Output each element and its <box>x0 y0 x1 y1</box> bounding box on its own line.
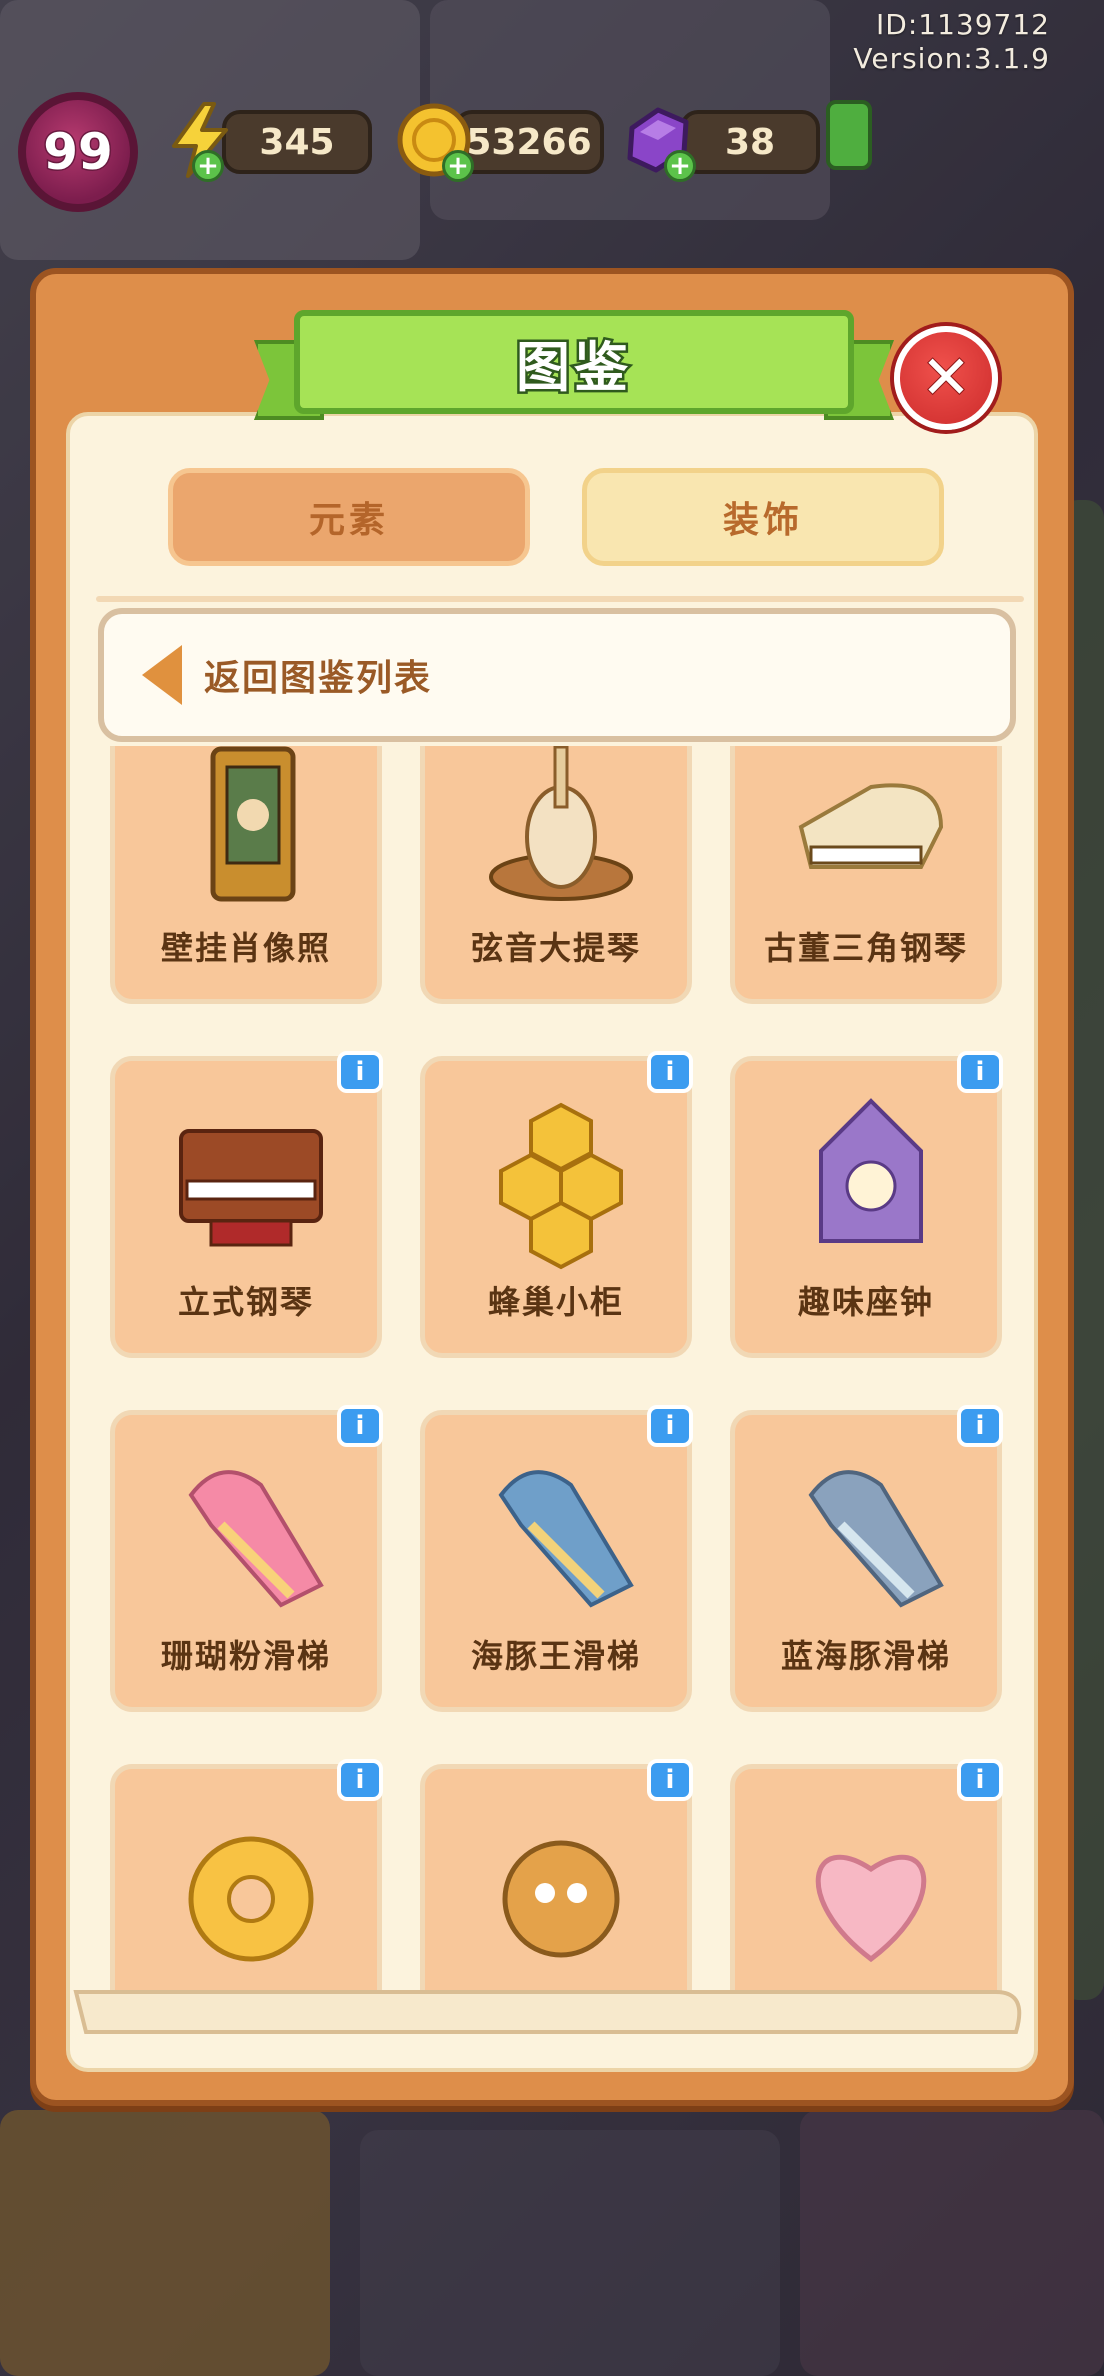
energy-counter[interactable]: 345 <box>222 110 372 174</box>
item-name: 蓝海豚滑梯 <box>780 1637 951 1675</box>
ribbon-band: 图鉴 <box>294 310 854 414</box>
energy-value: 345 <box>259 121 335 163</box>
cuckoo-clock-icon <box>819 1098 923 1243</box>
portrait-frame-icon <box>210 746 296 902</box>
blue-dolphin-slide-icon <box>808 1470 944 1608</box>
item-name: 壁挂肖像照 <box>160 929 331 967</box>
tab-elements[interactable]: 元素 <box>168 468 530 566</box>
title-ribbon: 图鉴 <box>254 310 894 420</box>
grand-piano-icon <box>798 783 944 869</box>
add-coin-button[interactable]: + <box>442 150 474 182</box>
tab-divider <box>96 596 1024 602</box>
pink-dolphin-slide-icon <box>188 1470 324 1608</box>
collection-grid: i 壁挂肖像照 i 弦音大提琴 i 古董三角钢琴 <box>98 746 1016 1992</box>
collection-item[interactable]: i 古董三角钢琴 <box>730 746 1002 1004</box>
version-label: Version:3.1.9 <box>853 42 1050 75</box>
heart-arch-icon <box>815 1854 927 1963</box>
pufferfish-icon <box>502 1840 620 1958</box>
scroll-bottom-edge <box>73 1990 1022 2034</box>
honeycomb-cabinet-icon <box>499 1102 623 1270</box>
level-value: 99 <box>42 122 115 183</box>
upright-piano-icon <box>179 1129 323 1247</box>
collection-modal: 图鉴 ✕ 元素 装饰 返回图鉴列表 i 壁挂肖像照 i <box>30 268 1074 2106</box>
add-gem-button[interactable]: + <box>664 150 696 182</box>
tab-decorations[interactable]: 装饰 <box>582 468 944 566</box>
star-donut-icon <box>188 1836 314 1962</box>
battery-icon <box>826 100 872 170</box>
collection-item[interactable]: i <box>420 1759 693 1992</box>
back-label: 返回图鉴列表 <box>204 658 433 699</box>
collection-item[interactable]: i 立式钢琴 <box>110 1051 383 1358</box>
close-icon: ✕ <box>920 343 972 413</box>
dolphin-king-slide-icon <box>498 1470 634 1608</box>
player-id-panel: ID:1139712 Version:3.1.9 <box>853 8 1050 76</box>
coin-value: 53266 <box>466 121 592 163</box>
collection-item[interactable]: i <box>110 1759 383 1992</box>
add-energy-button[interactable]: + <box>192 150 224 182</box>
back-arrow-icon <box>142 645 182 705</box>
item-name: 海豚王滑梯 <box>470 1637 641 1675</box>
collection-item[interactable]: i 海豚王滑梯 <box>420 1405 693 1712</box>
back-to-list-button[interactable]: 返回图鉴列表 <box>98 608 1016 742</box>
level-badge[interactable]: 99 <box>18 92 138 212</box>
collection-item[interactable]: i 蜂巢小柜 <box>420 1051 693 1358</box>
item-name: 趣味座钟 <box>797 1283 934 1321</box>
item-name: 蜂巢小柜 <box>487 1283 624 1321</box>
cello-icon <box>489 746 633 901</box>
player-id: ID:1139712 <box>876 8 1050 41</box>
collection-item[interactable]: i 弦音大提琴 <box>420 746 692 1004</box>
gem-counter[interactable]: 38 <box>680 110 820 174</box>
item-name: 古董三角钢琴 <box>763 929 968 967</box>
coin-counter[interactable]: 53266 <box>454 110 604 174</box>
modal-title: 图鉴 <box>514 333 632 401</box>
gem-value: 38 <box>724 121 776 163</box>
collection-item[interactable]: i 珊瑚粉滑梯 <box>110 1405 383 1712</box>
close-button[interactable]: ✕ <box>894 326 998 430</box>
collection-item[interactable]: i <box>730 1759 1003 1992</box>
item-name: 立式钢琴 <box>177 1283 314 1321</box>
collection-item[interactable]: i 壁挂肖像照 <box>110 746 382 1004</box>
collection-item[interactable]: i 趣味座钟 <box>730 1051 1003 1358</box>
collection-item[interactable]: i 蓝海豚滑梯 <box>730 1405 1003 1712</box>
item-name: 珊瑚粉滑梯 <box>160 1637 331 1675</box>
item-name: 弦音大提琴 <box>470 929 641 967</box>
